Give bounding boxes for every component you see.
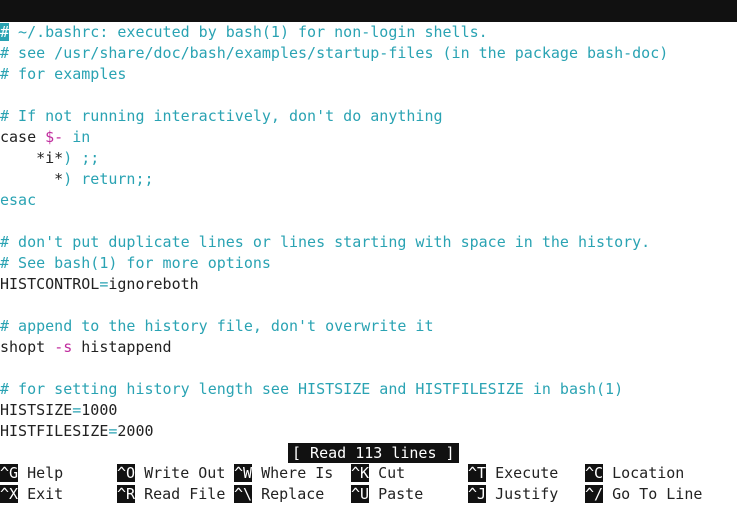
shortcut-label: Location [603,464,685,482]
code-token: *i* [0,149,64,167]
code-token: # don't put duplicate lines or lines sta… [0,233,651,251]
code-token: HISTSIZE [0,401,73,419]
shortcut-label: Justify [486,485,559,503]
code-line[interactable]: case $- in [0,127,737,148]
shortcut-where-is[interactable]: ^W Where Is [234,463,333,484]
code-token: ~/.bashrc: executed by bash(1) for non-l… [9,23,488,41]
code-token: -s [54,338,73,356]
code-line[interactable]: *) return;; [0,169,737,190]
shortcut-key: ^U [351,485,370,503]
code-line[interactable]: # ~/.bashrc: executed by bash(1) for non… [0,22,737,43]
shortcut-replace[interactable]: ^\ Replace [234,484,324,505]
code-token: HISTCONTROL [0,275,100,293]
shortcut-cut[interactable]: ^K Cut [351,463,405,484]
shortcut-label: Replace [252,485,325,503]
code-line[interactable] [0,358,737,379]
code-token: 1000 [81,401,118,419]
code-token: ignoreboth [108,275,199,293]
code-line[interactable]: # don't put duplicate lines or lines sta… [0,232,737,253]
shortcut-label: Read File [135,485,226,503]
shortcut-key: ^X [0,485,19,503]
shortcut-bar: ^G Help ^O Write Out ^W Where Is ^K Cut ^T E… [0,463,737,505]
shortcut-help[interactable]: ^G Help [0,463,63,484]
code-token: * [0,170,64,188]
code-token: = [72,401,82,419]
shortcut-row-1: ^G Help ^O Write Out ^W Where Is ^K Cut ^T E… [0,463,737,484]
code-token: # for examples [0,65,127,83]
code-token: shopt [0,338,55,356]
shortcut-row-2: ^X Exit ^R Read File ^\ Replace ^U Paste ^J … [0,484,737,505]
shortcut-label: Execute [486,464,559,482]
code-line[interactable]: shopt -s histappend [0,337,737,358]
shortcut-location[interactable]: ^C Location [585,463,684,484]
code-line[interactable]: HISTFILESIZE=2000 [0,421,737,442]
shortcut-key: ^R [117,485,136,503]
shortcut-key: ^C [585,464,604,482]
code-token: $- [45,128,64,146]
title-bar: GNU nano 7.2 /home/maula/.bashrc [0,0,737,64]
code-token: 2000 [117,422,154,440]
code-line[interactable] [0,211,737,232]
status-message: [ Read 113 lines ] [288,443,459,463]
shortcut-key: ^/ [585,485,604,503]
code-token: # See bash(1) for more options [0,254,271,272]
code-token: # for setting history length see HISTSIZ… [0,380,624,398]
code-token: in [63,128,91,146]
code-line[interactable] [0,85,737,106]
code-line[interactable]: # If not running interactively, don't do… [0,106,737,127]
shortcut-key: ^K [351,464,370,482]
shortcut-key: ^T [468,464,487,482]
code-line[interactable]: # See bash(1) for more options [0,253,737,274]
code-line[interactable]: esac [0,190,737,211]
shortcut-label: Write Out [135,464,226,482]
shortcut-justify[interactable]: ^J Justify [468,484,558,505]
shortcut-key: ^\ [234,485,253,503]
shortcut-key: ^W [234,464,253,482]
shortcut-key: ^G [0,464,19,482]
code-token: ) return;; [63,170,154,188]
code-token: # append to the history file, don't over… [0,317,434,335]
shortcut-label: Paste [369,485,424,503]
text-cursor: # [0,23,10,41]
shortcut-key: ^O [117,464,136,482]
code-line[interactable]: # for setting history length see HISTSIZ… [0,379,737,400]
shortcut-paste[interactable]: ^U Paste [351,484,423,505]
code-line[interactable]: # append to the history file, don't over… [0,316,737,337]
shortcut-execute[interactable]: ^T Execute [468,463,558,484]
code-line[interactable]: HISTCONTROL=ignoreboth [0,274,737,295]
code-token: HISTFILESIZE [0,422,109,440]
code-line[interactable] [0,295,737,316]
shortcut-key: ^J [468,485,487,503]
code-line[interactable]: # see /usr/share/doc/bash/examples/start… [0,43,737,64]
shortcut-label: Exit [18,485,64,503]
shortcut-exit[interactable]: ^X Exit [0,484,63,505]
code-token: esac [0,191,37,209]
shortcut-label: Go To Line [603,485,703,503]
code-line[interactable]: HISTSIZE=1000 [0,400,737,421]
editor-area[interactable]: # ~/.bashrc: executed by bash(1) for non… [0,22,737,442]
shortcut-go-to-line[interactable]: ^/ Go To Line [585,484,702,505]
code-token: # see /usr/share/doc/bash/examples/start… [0,44,669,62]
code-line[interactable]: *i*) ;; [0,148,737,169]
code-token: case [0,128,46,146]
shortcut-label: Help [18,464,64,482]
shortcut-write-out[interactable]: ^O Write Out [117,463,225,484]
code-token: # If not running interactively, don't do… [0,107,443,125]
code-token: histappend [72,338,172,356]
shortcut-label: Cut [369,464,406,482]
code-line[interactable]: # for examples [0,64,737,85]
shortcut-read-file[interactable]: ^R Read File [117,484,225,505]
code-token: ) ;; [63,149,100,167]
shortcut-label: Where Is [252,464,334,482]
